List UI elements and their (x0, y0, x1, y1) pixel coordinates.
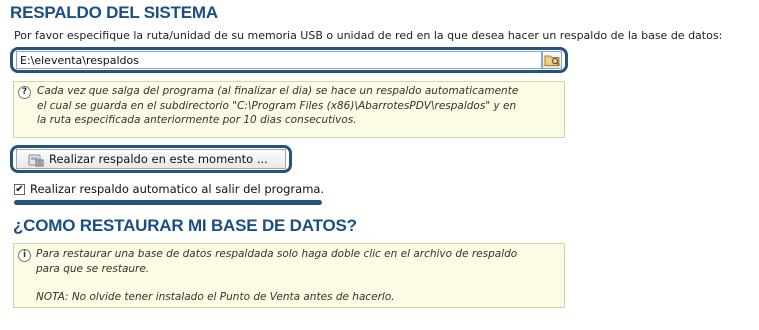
backup-path-input[interactable] (16, 51, 542, 69)
question-icon: ? (18, 86, 31, 99)
auto-backup-info-text: Cada vez que salga del programa (al fina… (37, 84, 518, 128)
browse-folder-button[interactable] (542, 51, 562, 69)
folder-icon (544, 55, 560, 66)
info-icon: i (18, 249, 31, 262)
info-line: para que se restaure. (36, 262, 150, 275)
auto-backup-highlight-underline (14, 200, 322, 205)
database-save-icon (28, 154, 44, 167)
info-line: el cual se guarda en el subdirectorio "C… (37, 99, 517, 112)
backup-now-label: Realizar respaldo en este momento ... (49, 152, 268, 166)
info-line: la ruta especificada anteriormente por 1… (37, 114, 357, 126)
restore-info-box: i Para restaurar una base de datos respa… (13, 243, 565, 308)
auto-backup-info-box: ? Cada vez que salga del programa (al fi… (13, 81, 565, 138)
info-line: Cada vez que salga del programa (al fina… (37, 85, 519, 97)
auto-backup-label[interactable]: Realizar respaldo automatico al salir de… (30, 182, 324, 196)
restore-section-title: ¿COMO RESTAURAR MI BASE DE DATOS? (13, 216, 357, 235)
auto-backup-checkbox[interactable]: ✔ (14, 184, 25, 195)
backup-path-instructions: Por favor especifique la ruta/unidad de … (14, 29, 723, 42)
restore-note: NOTA: No olvide tener instalado el Punto… (36, 291, 395, 303)
backup-now-button[interactable]: Realizar respaldo en este momento ... (16, 149, 286, 169)
checkmark-icon: ✔ (15, 184, 24, 195)
info-line: Para restaurar una base de datos respald… (36, 248, 518, 260)
backup-section-title: RESPALDO DEL SISTEMA (10, 3, 218, 22)
restore-info-text: Para restaurar una base de datos respald… (36, 247, 517, 305)
